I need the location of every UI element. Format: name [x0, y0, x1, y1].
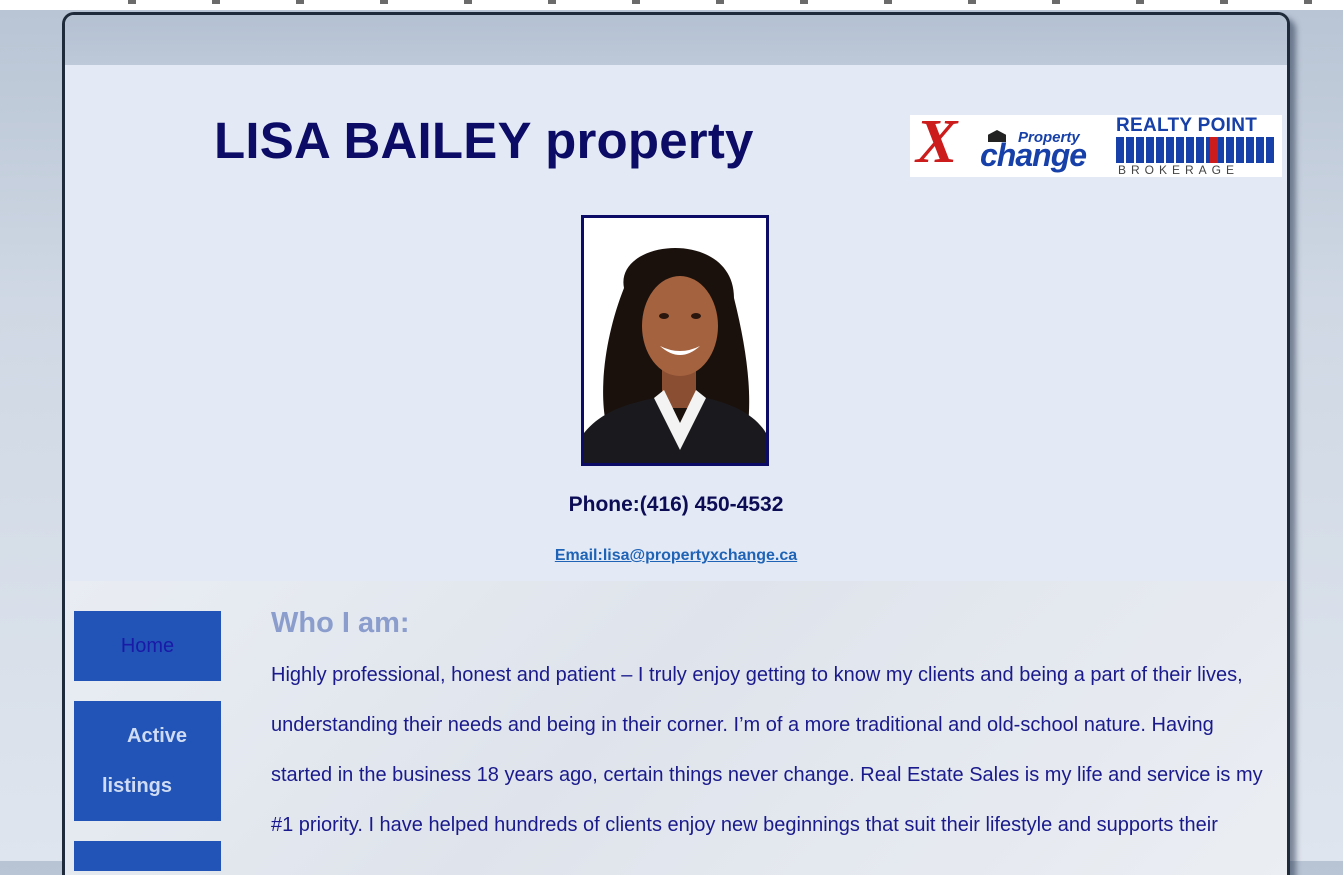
browser-top-strip — [0, 0, 1343, 10]
nav-third-button[interactable] — [74, 841, 221, 871]
page-container: X Property change REALTY POINT BROKERAGE… — [62, 12, 1290, 875]
realty-point-logo: REALTY POINT BROKERAGE — [1114, 115, 1280, 177]
about-heading: Who I am: — [271, 607, 410, 639]
brokerage-text: BROKERAGE — [1118, 163, 1240, 177]
realty-point-title: REALTY POINT — [1116, 115, 1258, 136]
about-section: Who I am: Highly professional, honest an… — [271, 607, 1271, 850]
property-xchange-logo: X Property change — [914, 111, 1108, 175]
page-top-edge-artifact — [90, 0, 1330, 4]
agent-photo — [581, 215, 769, 466]
content-section: Home Active listings Who I am: Highly pr… — [65, 581, 1287, 875]
nav-active-listings-line2: listings — [102, 775, 173, 797]
logo-change-text: change — [980, 137, 1087, 173]
site-title: LISA BAILEY property — [214, 112, 754, 169]
agent-portrait-image — [584, 218, 766, 463]
nav-home-button[interactable]: Home — [74, 611, 221, 681]
header-band — [65, 15, 1287, 65]
phone-number: Phone:(416) 450-4532 — [568, 493, 784, 516]
property-xchange-realty-point-logo[interactable]: X Property change REALTY POINT BROKERAGE — [910, 111, 1282, 177]
realty-point-red-bar — [1210, 137, 1218, 163]
side-navigation: Home Active listings — [74, 611, 221, 875]
realty-point-bars — [1116, 137, 1276, 163]
email-link[interactable]: Email:lisa@propertyxchange.ca — [555, 547, 797, 564]
email-row: Email:lisa@propertyxchange.ca — [65, 547, 1287, 565]
nav-active-listings-line1: Active — [127, 725, 188, 747]
about-body: Highly professional, honest and patient … — [271, 664, 1263, 836]
nav-active-listings-button[interactable]: Active listings — [74, 701, 221, 821]
logo-x-letter: X — [916, 108, 958, 176]
